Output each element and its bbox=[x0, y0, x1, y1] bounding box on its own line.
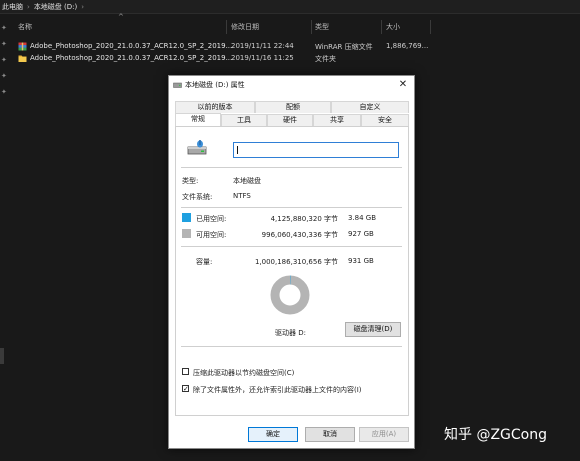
file-name: Adobe_Photoshop_2020_21.0.0.37_ACR12.0_S… bbox=[30, 42, 233, 50]
breadcrumb-this-pc[interactable]: 此电脑 bbox=[2, 2, 23, 12]
pin-icon[interactable]: ✦ bbox=[1, 72, 7, 80]
column-divider[interactable] bbox=[226, 20, 227, 34]
nav-pane-scrollbar[interactable] bbox=[0, 348, 4, 364]
tab-security[interactable]: 安全 bbox=[361, 114, 409, 126]
file-date: 2019/11/11 22:44 bbox=[231, 42, 294, 50]
pin-icon[interactable]: ✦ bbox=[1, 24, 7, 32]
file-date: 2019/11/16 11:25 bbox=[231, 54, 294, 62]
capacity-gb: 931 GB bbox=[348, 257, 374, 265]
ok-button[interactable]: 确定 bbox=[248, 427, 298, 442]
compress-checkbox[interactable] bbox=[182, 368, 189, 375]
breadcrumb: 此电脑 › 本地磁盘 (D:) › bbox=[0, 0, 580, 14]
index-checkbox[interactable]: ✓ bbox=[182, 385, 189, 393]
apply-button[interactable]: 应用(A) bbox=[359, 427, 409, 442]
tab-quota[interactable]: 配额 bbox=[255, 101, 331, 113]
file-row[interactable]: Adobe_Photoshop_2020_21.0.0.37_ACR12.0_S… bbox=[0, 52, 580, 64]
free-space-label: 可用空间: bbox=[196, 231, 227, 239]
drive-icon bbox=[173, 82, 182, 88]
used-space-label: 已用空间: bbox=[196, 215, 227, 223]
file-name: Adobe_Photoshop_2020_21.0.0.37_ACR12.0_S… bbox=[30, 54, 233, 62]
type-value: 本地磁盘 bbox=[233, 177, 261, 185]
pin-icon[interactable]: ✦ bbox=[1, 40, 7, 48]
text-cursor bbox=[237, 146, 238, 154]
close-icon[interactable]: ✕ bbox=[396, 78, 410, 92]
used-space-bytes: 4,125,880,320 字节 bbox=[270, 215, 338, 223]
column-header-type[interactable]: 类型 bbox=[315, 22, 329, 32]
pin-icon[interactable]: ✦ bbox=[1, 56, 7, 64]
properties-dialog: 本地磁盘 (D:) 属性 ✕ 以前的版本 配额 自定义 常规 工具 硬件 共享 … bbox=[168, 75, 415, 449]
compress-option-label: 压缩此驱动器以节约磁盘空间(C) bbox=[193, 369, 295, 377]
tab-general[interactable]: 常规 bbox=[175, 113, 221, 127]
free-space-gb: 927 GB bbox=[348, 230, 374, 238]
column-header-size[interactable]: 大小 bbox=[386, 22, 400, 32]
column-header-name[interactable]: 名称 bbox=[18, 22, 32, 32]
tab-hardware[interactable]: 硬件 bbox=[267, 114, 313, 126]
divider bbox=[181, 207, 402, 208]
type-label: 类型: bbox=[182, 177, 199, 185]
used-space-swatch bbox=[182, 213, 191, 222]
index-option-label: 除了文件属性外，还允许索引此驱动器上文件的内容(I) bbox=[193, 386, 362, 394]
breadcrumb-separator-icon: › bbox=[27, 2, 30, 11]
file-type: 文件夹 bbox=[315, 55, 336, 63]
divider bbox=[181, 167, 402, 168]
tab-sharing[interactable]: 共享 bbox=[313, 114, 361, 126]
breadcrumb-chevron-icon[interactable]: › bbox=[81, 3, 84, 11]
tab-previous-versions[interactable]: 以前的版本 bbox=[175, 101, 255, 113]
drive-icon bbox=[187, 140, 207, 155]
divider bbox=[181, 246, 402, 247]
tab-customize[interactable]: 自定义 bbox=[331, 101, 409, 113]
capacity-bytes: 1,000,186,310,656 字节 bbox=[254, 258, 338, 266]
file-size: 1,886,769... bbox=[386, 42, 429, 50]
pin-icon[interactable]: ✦ bbox=[1, 88, 7, 96]
filesystem-label: 文件系统: bbox=[182, 193, 213, 201]
tab-tools[interactable]: 工具 bbox=[221, 114, 267, 126]
dialog-title: 本地磁盘 (D:) 属性 bbox=[185, 81, 245, 89]
column-header-row: 名称 修改日期 类型 大小 bbox=[0, 20, 580, 34]
column-header-date[interactable]: 修改日期 bbox=[231, 22, 259, 32]
disk-usage-donut-chart bbox=[270, 275, 310, 315]
column-divider[interactable] bbox=[381, 20, 382, 34]
used-space-gb: 3.84 GB bbox=[348, 214, 377, 222]
watermark: 知乎 @ZGCong bbox=[444, 427, 547, 443]
cancel-button[interactable]: 取消 bbox=[305, 427, 355, 442]
column-divider[interactable] bbox=[430, 20, 431, 34]
divider bbox=[181, 346, 402, 347]
filesystem-value: NTFS bbox=[233, 192, 251, 200]
capacity-label: 容量: bbox=[196, 258, 213, 266]
breadcrumb-drive[interactable]: 本地磁盘 (D:) bbox=[34, 2, 77, 12]
winrar-archive-icon bbox=[18, 42, 27, 51]
disk-cleanup-button[interactable]: 磁盘清理(D) bbox=[345, 322, 401, 337]
free-space-bytes: 996,060,430,336 字节 bbox=[261, 231, 338, 239]
free-space-swatch bbox=[182, 229, 191, 238]
file-type: WinRAR 压缩文件 bbox=[315, 43, 373, 51]
drive-letter-label: 驱动器 D: bbox=[275, 329, 306, 337]
column-divider[interactable] bbox=[311, 20, 312, 34]
volume-label-input[interactable] bbox=[233, 142, 399, 158]
folder-icon bbox=[18, 55, 27, 62]
dialog-titlebar[interactable]: 本地磁盘 (D:) 属性 ✕ bbox=[169, 76, 414, 94]
file-row[interactable]: Adobe_Photoshop_2020_21.0.0.37_ACR12.0_S… bbox=[0, 40, 580, 52]
